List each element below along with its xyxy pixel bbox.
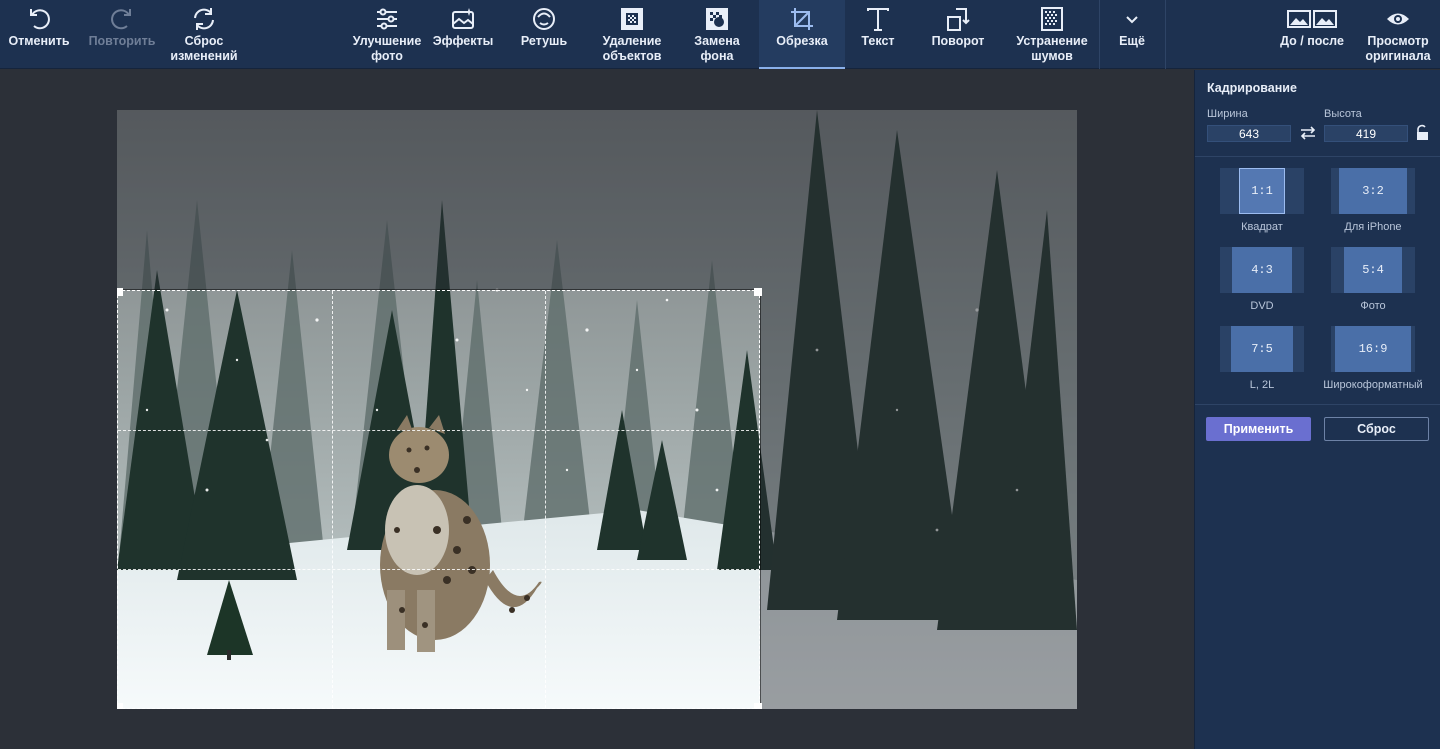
preset-caption: Для iPhone	[1344, 221, 1402, 233]
toolbar-separator	[1099, 0, 1100, 69]
crop-settings-panel: Кадрирование Ширина Высота 1:1 Квадрат 3…	[1194, 70, 1440, 749]
preset-4-3[interactable]: 4:3	[1220, 247, 1304, 293]
preset-caption: Фото	[1360, 300, 1386, 312]
preset-ratio: 16:9	[1335, 326, 1411, 372]
retouch-button[interactable]: Ретушь	[510, 0, 578, 69]
more-label: Ещё	[1119, 34, 1145, 48]
swap-icon	[1300, 126, 1316, 140]
reset-button[interactable]: Сброс	[1324, 417, 1429, 441]
denoise-label: Устранение шумов	[1016, 34, 1088, 63]
undo-button[interactable]: Отменить	[4, 0, 74, 69]
rotate-button[interactable]: Поворот	[924, 0, 992, 69]
rotate-icon	[947, 8, 970, 31]
before-after-button[interactable]: До / после	[1272, 0, 1352, 69]
reset-changes-label: Сброс изменений	[170, 34, 238, 63]
before-after-icon	[1287, 10, 1337, 28]
replace-bg-icon	[706, 8, 728, 30]
enhance-label: Улучшение фото	[352, 34, 422, 63]
more-button[interactable]: Ещё	[1106, 0, 1158, 69]
view-original-button[interactable]: Просмотр оригинала	[1362, 0, 1434, 69]
preset-ratio: 4:3	[1232, 247, 1292, 293]
aspect-lock-toggle[interactable]	[1414, 124, 1430, 142]
chevron-down-icon	[1126, 16, 1138, 24]
height-label: Высота	[1324, 108, 1362, 120]
unlock-icon	[1417, 124, 1428, 140]
replace-bg-button[interactable]: Замена фона	[686, 0, 748, 69]
crop-handle-bottom-left[interactable]	[117, 703, 123, 709]
denoise-button[interactable]: Устранение шумов	[1010, 0, 1094, 69]
crop-grid-line	[331, 291, 333, 708]
toolbar: Отменить Повторить Сброс изменений Улучш…	[0, 0, 1440, 69]
crop-label: Обрезка	[776, 34, 828, 48]
preset-3-2[interactable]: 3:2	[1331, 168, 1415, 214]
undo-icon	[30, 9, 50, 30]
crop-selection[interactable]	[117, 288, 762, 709]
panel-divider	[1195, 156, 1440, 157]
crop-grid-line	[545, 291, 547, 708]
crop-grid-line	[118, 568, 759, 570]
preset-ratio: 1:1	[1239, 168, 1285, 214]
preset-caption: Широкоформатный	[1323, 379, 1423, 391]
effects-icon	[452, 8, 474, 29]
crop-grid-line	[118, 429, 759, 431]
redo-button[interactable]: Повторить	[84, 0, 160, 69]
crop-mask-top	[117, 110, 760, 290]
panel-title: Кадрирование	[1207, 81, 1297, 95]
retouch-label: Ретушь	[520, 34, 568, 48]
crop-handle-top-left[interactable]	[117, 288, 123, 296]
sliders-icon	[377, 8, 397, 30]
width-label: Ширина	[1207, 108, 1248, 120]
crop-handle-top-right[interactable]	[754, 288, 762, 296]
height-input[interactable]	[1324, 125, 1408, 142]
replace-bg-label: Замена фона	[694, 34, 740, 63]
text-label: Текст	[861, 34, 895, 48]
preset-caption: DVD	[1250, 300, 1274, 312]
refresh-icon	[194, 8, 214, 30]
denoise-icon	[1041, 7, 1063, 31]
remove-objects-button[interactable]: Удаление объектов	[596, 0, 668, 69]
preset-caption: L, 2L	[1249, 379, 1275, 391]
crop-icon	[791, 8, 813, 30]
effects-label: Эффекты	[432, 34, 494, 48]
remove-objects-icon	[621, 8, 643, 30]
preset-ratio: 7:5	[1231, 326, 1293, 372]
preset-ratio: 5:4	[1344, 247, 1402, 293]
text-icon	[867, 8, 889, 31]
swap-dimensions-button[interactable]	[1299, 124, 1317, 142]
crop-handle-bottom-right[interactable]	[754, 703, 762, 709]
crop-mask-right	[760, 110, 1077, 709]
undo-label: Отменить	[8, 34, 70, 48]
redo-icon	[111, 9, 131, 30]
enhance-button[interactable]: Улучшение фото	[350, 0, 424, 69]
photo-canvas[interactable]	[117, 110, 1077, 709]
redo-label: Повторить	[88, 34, 156, 48]
effects-button[interactable]: Эффекты	[428, 0, 498, 69]
view-original-label: Просмотр оригинала	[1365, 34, 1431, 63]
reset-changes-button[interactable]: Сброс изменений	[166, 0, 242, 69]
canvas-workspace	[0, 70, 1194, 749]
preset-ratio: 3:2	[1339, 168, 1407, 214]
eye-icon	[1387, 13, 1409, 25]
apply-button[interactable]: Применить	[1206, 417, 1311, 441]
rotate-label: Поворот	[931, 34, 985, 48]
face-icon	[533, 8, 555, 30]
preset-5-4[interactable]: 5:4	[1331, 247, 1415, 293]
remove-objects-label: Удаление объектов	[602, 34, 662, 63]
preset-1-1[interactable]: 1:1	[1220, 168, 1304, 214]
preset-caption: Квадрат	[1241, 221, 1283, 233]
before-after-label: До / после	[1280, 34, 1344, 48]
toolbar-separator	[1165, 0, 1166, 69]
panel-divider	[1195, 404, 1440, 405]
preset-16-9[interactable]: 16:9	[1331, 326, 1415, 372]
crop-button[interactable]: Обрезка	[759, 0, 845, 69]
width-input[interactable]	[1207, 125, 1291, 142]
text-button[interactable]: Текст	[852, 0, 904, 69]
preset-7-5[interactable]: 7:5	[1220, 326, 1304, 372]
